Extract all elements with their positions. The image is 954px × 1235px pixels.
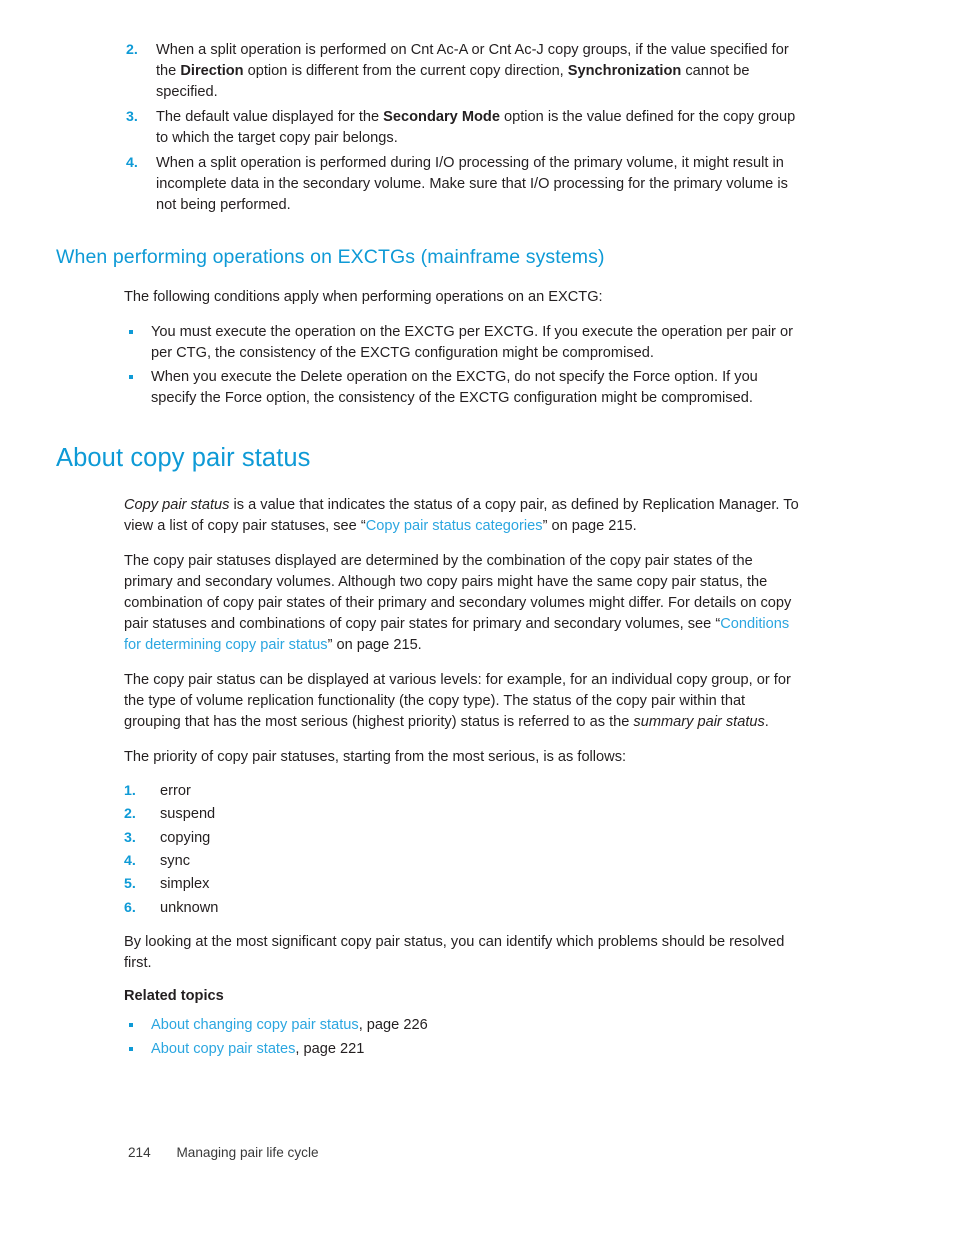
cross-reference-link[interactable]: Copy pair status categories bbox=[366, 518, 543, 534]
text-run: When a split operation is performed duri… bbox=[156, 155, 788, 213]
note-item-number: 2. bbox=[126, 42, 138, 58]
note-item-number: 4. bbox=[126, 155, 138, 171]
priority-item-label: unknown bbox=[160, 899, 219, 916]
text-run: option is different from the current cop… bbox=[243, 63, 568, 79]
priority-list-item: 1. error bbox=[124, 780, 800, 803]
footer-page-number: 214 bbox=[128, 1145, 151, 1160]
related-topic-link[interactable]: About changing copy pair status bbox=[151, 1017, 359, 1033]
paragraph-summary-pair-status: The copy pair status can be displayed at… bbox=[124, 670, 800, 733]
notes-list: 2. When a split operation is performed on… bbox=[56, 40, 800, 216]
priority-list: 1. error 2. suspend 3. copying 4. sync 5. simplex… bbox=[124, 780, 800, 920]
text-run: ” on page 215. bbox=[542, 518, 637, 534]
priority-item-label: suspend bbox=[160, 806, 216, 823]
paragraph-most-significant: By looking at the most significant copy … bbox=[124, 934, 785, 972]
emphasis-italic: summary pair status bbox=[633, 714, 765, 730]
bullet-item: When you execute the Delete operation on… bbox=[124, 367, 800, 409]
emphasis-bold: Secondary Mode bbox=[383, 109, 500, 125]
document-page: 2. When a split operation is performed on… bbox=[0, 0, 954, 1235]
exctg-body: The following conditions apply when perf… bbox=[124, 287, 800, 409]
priority-list-item: 3. copying bbox=[124, 827, 800, 850]
priority-list-item: 4. sync bbox=[124, 850, 800, 873]
paragraph-definition: Copy pair status is a value that indicat… bbox=[124, 495, 800, 537]
priority-item-label: simplex bbox=[160, 876, 210, 893]
priority-item-label: sync bbox=[160, 853, 191, 870]
related-topic-item: About changing copy pair status, page 22… bbox=[124, 1014, 800, 1038]
text-run: The default value displayed for the bbox=[156, 109, 384, 125]
copy-pair-status-body: Copy pair status is a value that indicat… bbox=[124, 495, 800, 1061]
priority-item-number: 4. bbox=[124, 853, 136, 870]
emphasis-italic: Copy pair status bbox=[124, 497, 230, 513]
bullet-marker-icon bbox=[129, 330, 133, 334]
section-heading-exctg: When performing operations on EXCTGs (ma… bbox=[56, 246, 605, 268]
bullet-item: You must execute the operation on the EX… bbox=[124, 322, 800, 364]
page-content: 2. When a split operation is performed on… bbox=[56, 40, 800, 1061]
priority-item-number: 6. bbox=[124, 899, 136, 916]
bullet-marker-icon bbox=[129, 375, 133, 379]
emphasis-bold: Synchronization bbox=[567, 63, 682, 79]
text-run: ” on page 215. bbox=[327, 637, 422, 653]
priority-item-number: 1. bbox=[124, 783, 136, 799]
bullet-marker-icon bbox=[129, 1023, 133, 1028]
related-topics-heading: Related topics bbox=[124, 988, 224, 1005]
related-topics-list: About changing copy pair status, page 22… bbox=[124, 1014, 800, 1061]
related-topic-page: , page 221 bbox=[295, 1040, 365, 1057]
note-item: 3. The default value displayed for the Se… bbox=[56, 107, 800, 149]
note-item-text: The default value displayed for the Seco… bbox=[156, 109, 795, 146]
priority-item-label: copying bbox=[160, 829, 211, 846]
page-footer: 214 Managing pair life cycle bbox=[128, 1145, 319, 1160]
related-topic-item: About copy pair states, page 221 bbox=[124, 1038, 800, 1062]
note-item: 2. When a split operation is performed on… bbox=[56, 40, 800, 103]
related-topic-page: , page 226 bbox=[358, 1017, 428, 1034]
priority-item-number: 5. bbox=[124, 876, 136, 893]
note-item-text: When a split operation is performed duri… bbox=[156, 155, 788, 213]
note-item: 4. When a split operation is performed du… bbox=[56, 153, 800, 216]
exctg-intro-paragraph: The following conditions apply when perf… bbox=[124, 289, 603, 305]
paragraph-priority-intro: The priority of copy pair statuses, star… bbox=[124, 749, 627, 765]
text-run: The copy pair statuses displayed are det… bbox=[124, 553, 792, 632]
emphasis-bold: Direction bbox=[180, 63, 244, 79]
note-item-text: When a split operation is performed on C… bbox=[156, 42, 789, 100]
priority-list-item: 2. suspend bbox=[124, 803, 800, 826]
bullet-item-text: When you execute the Delete operation on… bbox=[151, 369, 758, 406]
note-item-number: 3. bbox=[126, 109, 138, 125]
bullet-item-text: You must execute the operation on the EX… bbox=[151, 324, 793, 361]
footer-chapter-title: Managing pair life cycle bbox=[176, 1145, 319, 1160]
priority-item-number: 3. bbox=[124, 829, 136, 846]
exctg-bullet-list: You must execute the operation on the EX… bbox=[124, 322, 800, 409]
priority-list-item: 5. simplex bbox=[124, 873, 800, 896]
paragraph-statuses-determined: The copy pair statuses displayed are det… bbox=[124, 551, 800, 656]
priority-item-number: 2. bbox=[124, 806, 136, 823]
section-heading-copy-pair-status: About copy pair status bbox=[56, 444, 311, 472]
priority-item-label: error bbox=[160, 783, 191, 799]
bullet-marker-icon bbox=[129, 1046, 133, 1051]
priority-list-item: 6. unknown bbox=[124, 897, 800, 920]
related-topic-link[interactable]: About copy pair states bbox=[151, 1041, 295, 1057]
text-run: . bbox=[764, 714, 769, 730]
